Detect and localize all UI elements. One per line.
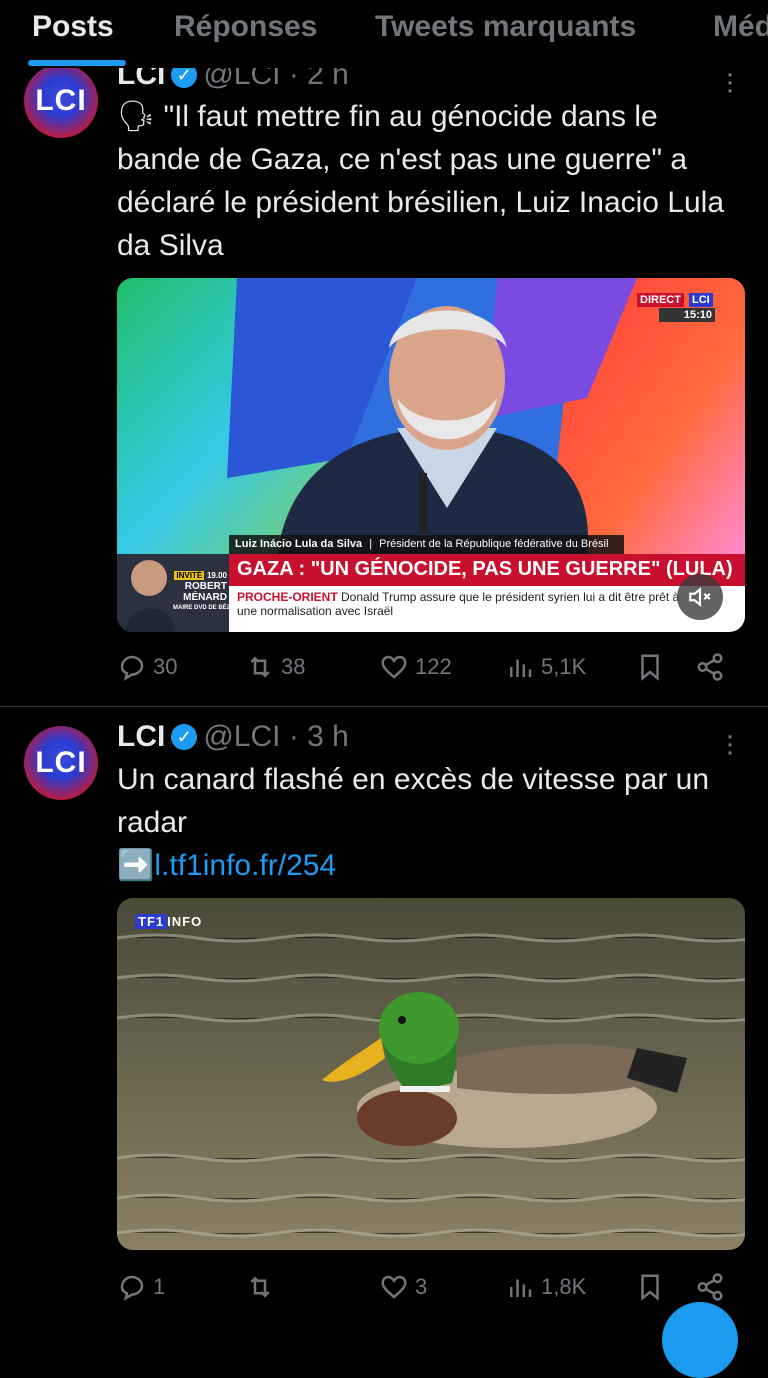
avatar[interactable]: LCI: [24, 726, 98, 800]
views-button[interactable]: 5,1K: [505, 652, 586, 682]
share-button[interactable]: [695, 1272, 725, 1302]
tweet-actions: 30 38 122 5,1K: [117, 652, 745, 688]
share-icon: [697, 653, 723, 681]
bookmark-button[interactable]: [635, 1272, 665, 1302]
like-button[interactable]: 3: [379, 1272, 427, 1302]
tab-highlights[interactable]: Tweets marquants: [375, 10, 636, 44]
reply-icon: [120, 1275, 144, 1301]
more-options-icon[interactable]: · · ·: [722, 721, 738, 767]
mute-icon: [689, 587, 711, 607]
live-badge: DIRECT LCI 15:10: [637, 293, 715, 322]
active-tab-indicator: [28, 60, 126, 66]
news-ticker: PROCHE-ORIENT Donald Trump assure que le…: [237, 590, 680, 618]
bookmark-icon: [641, 654, 659, 681]
guest-card: INVITÉ 19.00 ROBERT MÉNARD MAIRE DVD DE …: [173, 571, 245, 611]
views-button[interactable]: 1,8K: [505, 1272, 586, 1302]
tweet-header: LCI ✓ @LCI · 3 h: [117, 720, 349, 754]
more-options-icon[interactable]: · · ·: [722, 59, 738, 105]
verified-badge-icon: ✓: [171, 724, 198, 750]
video-headline: GAZA : "UN GÉNOCIDE, PAS UNE GUERRE" (LU…: [237, 558, 733, 580]
tweet-link[interactable]: l.tf1info.fr/254: [154, 849, 336, 882]
tab-posts[interactable]: Posts: [32, 10, 114, 44]
bookmark-icon: [641, 1274, 659, 1301]
avatar-label: LCI: [35, 84, 87, 117]
heart-icon: [381, 655, 407, 679]
like-count: 122: [415, 654, 452, 679]
heart-icon: [381, 1275, 407, 1299]
mute-button[interactable]: [677, 574, 723, 620]
tweet-video[interactable]: DIRECT LCI 15:10 Luiz Inácio Lula da Sil…: [117, 278, 745, 632]
bookmark-button[interactable]: [635, 652, 665, 682]
lci-logo: LCI: [689, 293, 713, 307]
view-count: 1,8K: [541, 1274, 587, 1299]
avatar-label: LCI: [35, 746, 87, 779]
lower-third: Luiz Inácio Lula da Silva | Président de…: [235, 538, 609, 550]
reply-count: 30: [153, 654, 178, 679]
like-button[interactable]: 122: [379, 652, 452, 682]
tweet-divider: [0, 706, 768, 707]
retweet-count: 38: [281, 654, 306, 679]
reply-button[interactable]: 30: [117, 652, 177, 682]
tweet-time[interactable]: 3 h: [307, 720, 349, 753]
retweet-button[interactable]: 38: [245, 652, 305, 682]
speaking-head-emoji: 🗣: [117, 100, 156, 133]
arrow-emoji: ➡️: [117, 849, 155, 882]
tweet-text: Un canard flashé en excès de vitesse par…: [117, 763, 710, 882]
retweet-icon: [250, 1276, 270, 1298]
retweet-button[interactable]: [245, 1272, 281, 1302]
tweet-image[interactable]: TF1 INFO: [117, 898, 745, 1250]
retweet-icon: [250, 656, 270, 678]
tab-media[interactable]: Méd: [713, 10, 768, 44]
analytics-icon: [510, 659, 532, 677]
tab-replies[interactable]: Réponses: [174, 10, 317, 44]
compose-fab-button[interactable]: [662, 1302, 738, 1378]
share-icon: [697, 1273, 723, 1301]
view-count: 5,1K: [541, 654, 587, 679]
duck-photo: [117, 898, 745, 1250]
reply-button[interactable]: 1: [117, 1272, 165, 1302]
share-button[interactable]: [695, 652, 725, 682]
tweet-actions: 1 3 1,8K: [117, 1272, 745, 1308]
tweet-text: 🗣 "Il faut mettre fin au génocide dans l…: [117, 100, 725, 262]
author-name[interactable]: LCI: [117, 720, 165, 753]
live-clock: 15:10: [659, 308, 715, 322]
analytics-icon: [510, 1279, 532, 1297]
profile-tabs: Posts Réponses Tweets marquants Méd: [0, 0, 768, 68]
separator-dot: ·: [288, 720, 299, 753]
tf1info-watermark: TF1 INFO: [135, 914, 202, 929]
reply-count: 1: [153, 1274, 166, 1299]
like-count: 3: [415, 1274, 428, 1299]
author-handle[interactable]: @LCI: [203, 720, 280, 753]
reply-icon: [120, 655, 144, 681]
avatar[interactable]: LCI: [24, 64, 98, 138]
